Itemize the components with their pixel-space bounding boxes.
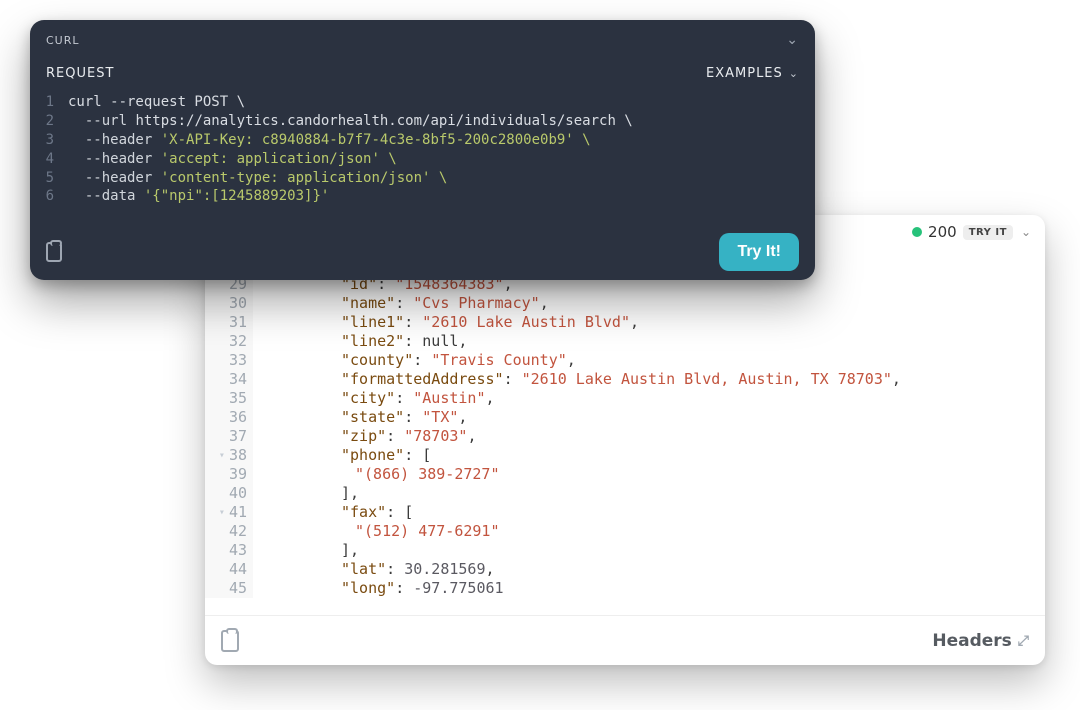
language-label[interactable]: CURL [46, 34, 80, 47]
request-title-bar: REQUEST EXAMPLES ⌄ [30, 50, 815, 91]
response-footer: Headers ⤢ [205, 615, 1045, 665]
json-line: "(512) 477-6291" [253, 522, 1045, 541]
response-panel: 200 TRY IT ⌄ 293031323334353637▾383940▾4… [205, 215, 1045, 665]
json-line: "line1": "2610 Lake Austin Blvd", [253, 313, 1045, 332]
json-line: "long": -97.775061 [253, 579, 1045, 598]
request-top-bar: CURL ⌄ [30, 20, 815, 50]
json-line: "zip": "78703", [253, 427, 1045, 446]
code-line: 3 --header 'X-API-Key: c8940884-b7f7-4c3… [30, 131, 815, 150]
status-code: 200 [928, 223, 957, 241]
request-panel: CURL ⌄ REQUEST EXAMPLES ⌄ 1curl --reques… [30, 20, 815, 280]
json-line: "formattedAddress": "2610 Lake Austin Bl… [253, 370, 1045, 389]
chevron-down-icon: ⌄ [789, 67, 799, 80]
json-line: "phone": [ [253, 446, 1045, 465]
code-line: 5 --header 'content-type: application/js… [30, 169, 815, 188]
response-body: 293031323334353637▾383940▾4142434445 "id… [205, 275, 1045, 615]
request-code: 1curl --request POST \2 --url https://an… [30, 91, 815, 206]
clipboard-icon[interactable] [46, 242, 62, 262]
line-number-gutter: 293031323334353637▾383940▾4142434445 [205, 275, 253, 598]
try-it-pill[interactable]: TRY IT [963, 225, 1013, 240]
json-line: ], [253, 484, 1045, 503]
chevron-down-icon[interactable]: ⌄ [786, 32, 799, 48]
code-line: 1curl --request POST \ [30, 93, 815, 112]
json-line: "city": "Austin", [253, 389, 1045, 408]
expand-icon: ⤢ [1018, 633, 1029, 649]
headers-toggle[interactable]: Headers ⤢ [932, 631, 1029, 651]
json-line: "lat": 30.281569, [253, 560, 1045, 579]
examples-dropdown[interactable]: EXAMPLES ⌄ [706, 66, 799, 81]
code-line: 4 --header 'accept: application/json' \ [30, 150, 815, 169]
json-line: "(866) 389-2727" [253, 465, 1045, 484]
chevron-down-icon[interactable]: ⌄ [1021, 225, 1031, 239]
json-line: "name": "Cvs Pharmacy", [253, 294, 1045, 313]
json-code: "id": "1548364383","name": "Cvs Pharmacy… [253, 275, 1045, 598]
json-line: "fax": [ [253, 503, 1045, 522]
section-label: REQUEST [46, 66, 114, 81]
clipboard-icon[interactable] [221, 630, 239, 652]
try-it-button[interactable]: Try It! [719, 233, 799, 271]
request-footer: Try It! [30, 224, 815, 280]
json-line: ], [253, 541, 1045, 560]
code-line: 2 --url https://analytics.candorhealth.c… [30, 112, 815, 131]
code-line: 6 --data '{"npi":[1245889203]}' [30, 187, 815, 206]
status-bar: 200 TRY IT ⌄ [912, 223, 1031, 241]
json-line: "line2": null, [253, 332, 1045, 351]
examples-label: EXAMPLES [706, 66, 783, 81]
json-line: "county": "Travis County", [253, 351, 1045, 370]
json-line: "state": "TX", [253, 408, 1045, 427]
headers-label: Headers [932, 631, 1011, 651]
status-success-icon [912, 227, 922, 237]
